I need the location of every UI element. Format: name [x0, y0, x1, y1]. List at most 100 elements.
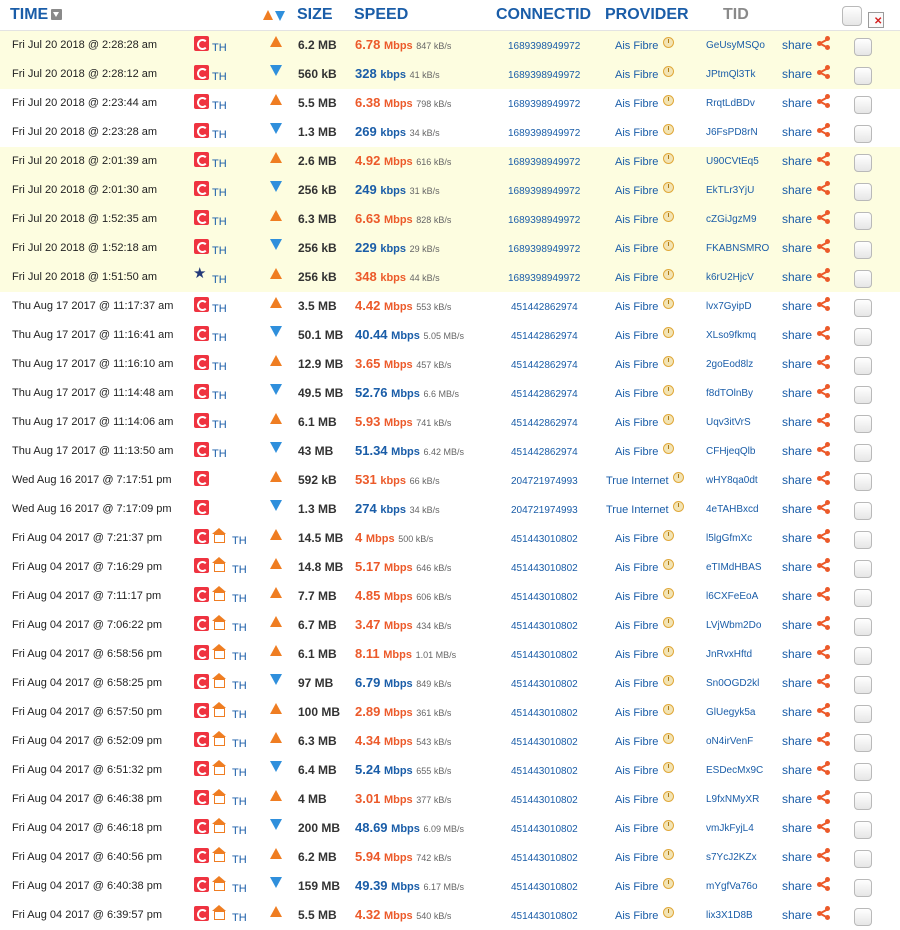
share-icon[interactable]	[817, 587, 831, 601]
row-select-checkbox[interactable]	[854, 212, 872, 230]
row-time[interactable]: Fri Aug 04 2017 @ 6:57:50 pm	[12, 706, 162, 718]
share-link[interactable]: share	[782, 792, 812, 806]
row-time[interactable]: Fri Aug 04 2017 @ 6:52:09 pm	[12, 735, 162, 747]
header-time[interactable]: TIME	[10, 6, 48, 24]
share-link[interactable]: share	[782, 270, 812, 284]
row-provider[interactable]: Ais Fibre	[615, 533, 658, 545]
row-tid[interactable]: Uqv3itVrS	[706, 417, 751, 428]
row-time[interactable]: Fri Jul 20 2018 @ 2:01:39 am	[12, 155, 157, 167]
row-select-checkbox[interactable]	[854, 270, 872, 288]
share-link[interactable]: share	[782, 444, 812, 458]
share-link[interactable]: share	[782, 705, 812, 719]
row-select-checkbox[interactable]	[854, 647, 872, 665]
row-time[interactable]: Fri Aug 04 2017 @ 7:11:17 pm	[12, 590, 161, 602]
row-time[interactable]: Fri Aug 04 2017 @ 6:46:18 pm	[12, 822, 162, 834]
share-icon[interactable]	[817, 384, 831, 398]
share-icon[interactable]	[817, 181, 831, 195]
share-icon[interactable]	[817, 819, 831, 833]
row-tid[interactable]: vmJkFyjL4	[706, 823, 754, 834]
row-provider[interactable]: Ais Fibre	[615, 214, 658, 226]
share-icon[interactable]	[817, 326, 831, 340]
row-time[interactable]: Fri Aug 04 2017 @ 6:58:56 pm	[12, 648, 162, 660]
share-icon[interactable]	[817, 152, 831, 166]
upload-download-sort-icon[interactable]	[263, 10, 287, 22]
row-time[interactable]: Fri Jul 20 2018 @ 1:52:35 am	[12, 213, 157, 225]
share-link[interactable]: share	[782, 560, 812, 574]
share-icon[interactable]	[817, 239, 831, 253]
row-tid[interactable]: lix3X1D8B	[706, 910, 753, 921]
row-provider[interactable]: Ais Fibre	[615, 359, 658, 371]
row-connect-id[interactable]: 1689398949972	[508, 215, 580, 226]
row-time[interactable]: Fri Aug 04 2017 @ 6:39:57 pm	[12, 909, 162, 921]
row-time[interactable]: Fri Aug 04 2017 @ 7:06:22 pm	[12, 619, 162, 631]
row-select-checkbox[interactable]	[854, 618, 872, 636]
row-select-checkbox[interactable]	[854, 386, 872, 404]
share-link[interactable]: share	[782, 357, 812, 371]
share-link[interactable]: share	[782, 821, 812, 835]
row-provider[interactable]: Ais Fibre	[615, 707, 658, 719]
row-connect-id[interactable]: 451443010802	[511, 795, 578, 806]
row-tid[interactable]: GeUsyMSQo	[706, 40, 765, 51]
row-select-checkbox[interactable]	[854, 328, 872, 346]
row-provider[interactable]: Ais Fibre	[615, 823, 658, 835]
share-icon[interactable]	[817, 355, 831, 369]
row-connect-id[interactable]: 451443010802	[511, 563, 578, 574]
row-provider[interactable]: Ais Fibre	[615, 243, 658, 255]
row-select-checkbox[interactable]	[854, 734, 872, 752]
row-connect-id[interactable]: 451443010802	[511, 766, 578, 777]
share-link[interactable]: share	[782, 734, 812, 748]
row-connect-id[interactable]: 451442862974	[511, 447, 578, 458]
row-provider[interactable]: Ais Fibre	[615, 301, 658, 313]
share-icon[interactable]	[817, 65, 831, 79]
row-provider[interactable]: Ais Fibre	[615, 98, 658, 110]
row-provider[interactable]: Ais Fibre	[615, 852, 658, 864]
share-icon[interactable]	[817, 674, 831, 688]
row-select-checkbox[interactable]	[854, 357, 872, 375]
row-time[interactable]: Thu Aug 17 2017 @ 11:17:37 am	[12, 300, 173, 312]
row-connect-id[interactable]: 451443010802	[511, 708, 578, 719]
row-connect-id[interactable]: 451442862974	[511, 331, 578, 342]
row-time[interactable]: Fri Jul 20 2018 @ 2:28:28 am	[12, 39, 157, 51]
row-time[interactable]: Wed Aug 16 2017 @ 7:17:09 pm	[12, 503, 172, 515]
row-tid[interactable]: lvx7GyipD	[706, 301, 752, 312]
row-time[interactable]: Fri Aug 04 2017 @ 6:51:32 pm	[12, 764, 162, 776]
row-connect-id[interactable]: 451443010802	[511, 592, 578, 603]
row-tid[interactable]: eTIMdHBAS	[706, 562, 762, 573]
row-time[interactable]: Thu Aug 17 2017 @ 11:14:06 am	[12, 416, 173, 428]
row-time[interactable]: Fri Aug 04 2017 @ 6:46:38 pm	[12, 793, 162, 805]
row-connect-id[interactable]: 451443010802	[511, 621, 578, 632]
share-link[interactable]: share	[782, 502, 812, 516]
row-connect-id[interactable]: 451443010802	[511, 679, 578, 690]
share-link[interactable]: share	[782, 473, 812, 487]
row-provider[interactable]: Ais Fibre	[615, 910, 658, 922]
row-connect-id[interactable]: 451443010802	[511, 853, 578, 864]
share-icon[interactable]	[817, 877, 831, 891]
row-connect-id[interactable]: 451442862974	[511, 302, 578, 313]
row-select-checkbox[interactable]	[854, 502, 872, 520]
row-tid[interactable]: ESDecMx9C	[706, 765, 763, 776]
row-tid[interactable]: wHY8qa0dt	[706, 475, 758, 486]
row-time[interactable]: Fri Aug 04 2017 @ 7:16:29 pm	[12, 561, 162, 573]
share-link[interactable]: share	[782, 879, 812, 893]
row-connect-id[interactable]: 1689398949972	[508, 128, 580, 139]
row-time[interactable]: Fri Jul 20 2018 @ 2:23:28 am	[12, 126, 157, 138]
share-link[interactable]: share	[782, 67, 812, 81]
share-icon[interactable]	[817, 558, 831, 572]
row-tid[interactable]: JnRvxHftd	[706, 649, 752, 660]
row-connect-id[interactable]: 1689398949972	[508, 273, 580, 284]
share-icon[interactable]	[817, 703, 831, 717]
row-connect-id[interactable]: 451442862974	[511, 360, 578, 371]
share-link[interactable]: share	[782, 531, 812, 545]
share-icon[interactable]	[817, 210, 831, 224]
header-speed[interactable]: SPEED	[354, 6, 408, 24]
row-select-checkbox[interactable]	[854, 154, 872, 172]
row-select-checkbox[interactable]	[854, 473, 872, 491]
row-tid[interactable]: f8dTOlnBy	[706, 388, 753, 399]
row-tid[interactable]: CFHjeqQlb	[706, 446, 755, 457]
share-link[interactable]: share	[782, 676, 812, 690]
share-icon[interactable]	[817, 500, 831, 514]
sort-dropdown-icon[interactable]	[51, 9, 62, 20]
share-link[interactable]: share	[782, 241, 812, 255]
row-provider[interactable]: Ais Fibre	[615, 736, 658, 748]
row-select-checkbox[interactable]	[854, 589, 872, 607]
